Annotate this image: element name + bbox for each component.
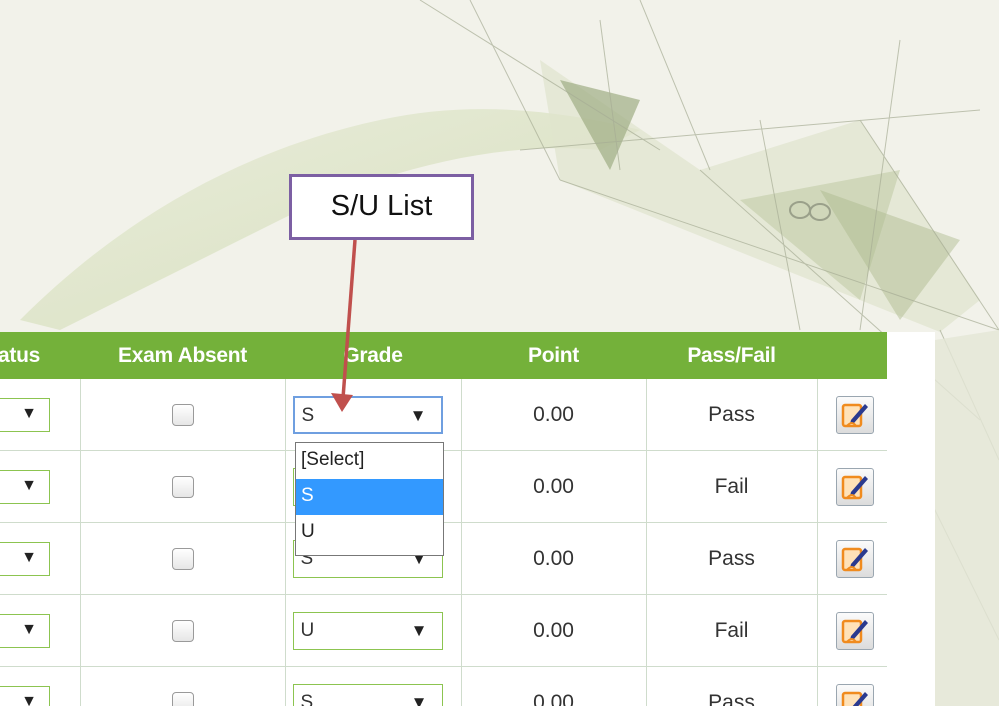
table-header-row: atus Exam Absent Grade Point Pass/Fail <box>0 332 887 379</box>
point-value: 0.00 <box>533 402 574 426</box>
column-header-grade: Grade <box>285 332 461 379</box>
column-header-status: atus <box>0 332 80 379</box>
edit-pencil-icon <box>842 691 869 706</box>
annotation-callout: S/U List <box>289 174 474 240</box>
pass-fail-value: Fail <box>714 474 749 498</box>
point-value: 0.00 <box>533 618 574 642</box>
grade-dropdown-list: [Select] S U <box>295 442 444 556</box>
dropdown-option-select[interactable]: [Select] <box>296 443 443 479</box>
dropdown-arrow-icon: ▼ <box>21 692 37 706</box>
grade-value: S <box>300 691 314 706</box>
dropdown-option-s[interactable]: S <box>296 479 443 515</box>
grade-table-container: atus Exam Absent Grade Point Pass/Fail ▼… <box>0 332 935 706</box>
edit-button[interactable] <box>836 611 875 650</box>
status-select[interactable]: ▼ <box>0 685 50 706</box>
dropdown-option-u[interactable]: U <box>296 515 443 551</box>
point-value: 0.00 <box>533 546 574 570</box>
table-row: ▼ S ▼ 0.00 Pass <box>0 666 887 706</box>
column-header-exam-absent: Exam Absent <box>80 332 285 379</box>
edit-pencil-icon <box>842 547 869 571</box>
column-header-pass-fail: Pass/Fail <box>646 332 817 379</box>
grade-select[interactable]: S ▼ <box>292 395 443 434</box>
edit-button[interactable] <box>836 395 875 434</box>
edit-pencil-icon <box>842 475 869 499</box>
exam-absent-checkbox[interactable] <box>171 547 194 570</box>
dropdown-arrow-icon: ▼ <box>410 692 428 706</box>
pass-fail-value: Pass <box>708 402 755 426</box>
dropdown-arrow-icon: ▼ <box>21 548 37 566</box>
point-value: 0.00 <box>533 474 574 498</box>
table-row: ▼ U ▼ 0.00 Fail <box>0 594 887 667</box>
edit-button[interactable] <box>836 539 875 578</box>
edit-button[interactable] <box>836 683 875 706</box>
dropdown-arrow-icon: ▼ <box>410 620 428 640</box>
grade-select[interactable]: S ▼ <box>292 683 443 706</box>
column-header-edit <box>817 332 887 379</box>
pass-fail-value: Pass <box>708 690 755 706</box>
edit-pencil-icon <box>842 619 869 643</box>
dropdown-arrow-icon: ▼ <box>21 620 37 638</box>
exam-absent-checkbox[interactable] <box>171 403 194 426</box>
exam-absent-checkbox[interactable] <box>171 475 194 498</box>
status-select[interactable]: ▼ <box>0 469 50 504</box>
edit-pencil-icon <box>842 403 869 427</box>
exam-absent-checkbox[interactable] <box>171 619 194 642</box>
pass-fail-value: Pass <box>708 546 755 570</box>
grade-select[interactable]: U ▼ <box>292 611 443 650</box>
pass-fail-value: Fail <box>714 618 749 642</box>
status-select[interactable]: ▼ <box>0 613 50 648</box>
dropdown-arrow-icon: ▼ <box>21 476 37 494</box>
edit-button[interactable] <box>836 467 875 506</box>
grade-value: U <box>300 619 315 641</box>
status-select[interactable]: ▼ <box>0 397 50 432</box>
grade-value: S <box>301 404 315 426</box>
exam-absent-checkbox[interactable] <box>171 691 194 706</box>
table-row: ▼ S ▼ 0.00 Pass <box>0 379 887 451</box>
point-value: 0.00 <box>533 690 574 706</box>
status-select[interactable]: ▼ <box>0 541 50 576</box>
dropdown-arrow-icon: ▼ <box>409 405 427 425</box>
dropdown-arrow-icon: ▼ <box>21 404 37 422</box>
column-header-point: Point <box>461 332 646 379</box>
